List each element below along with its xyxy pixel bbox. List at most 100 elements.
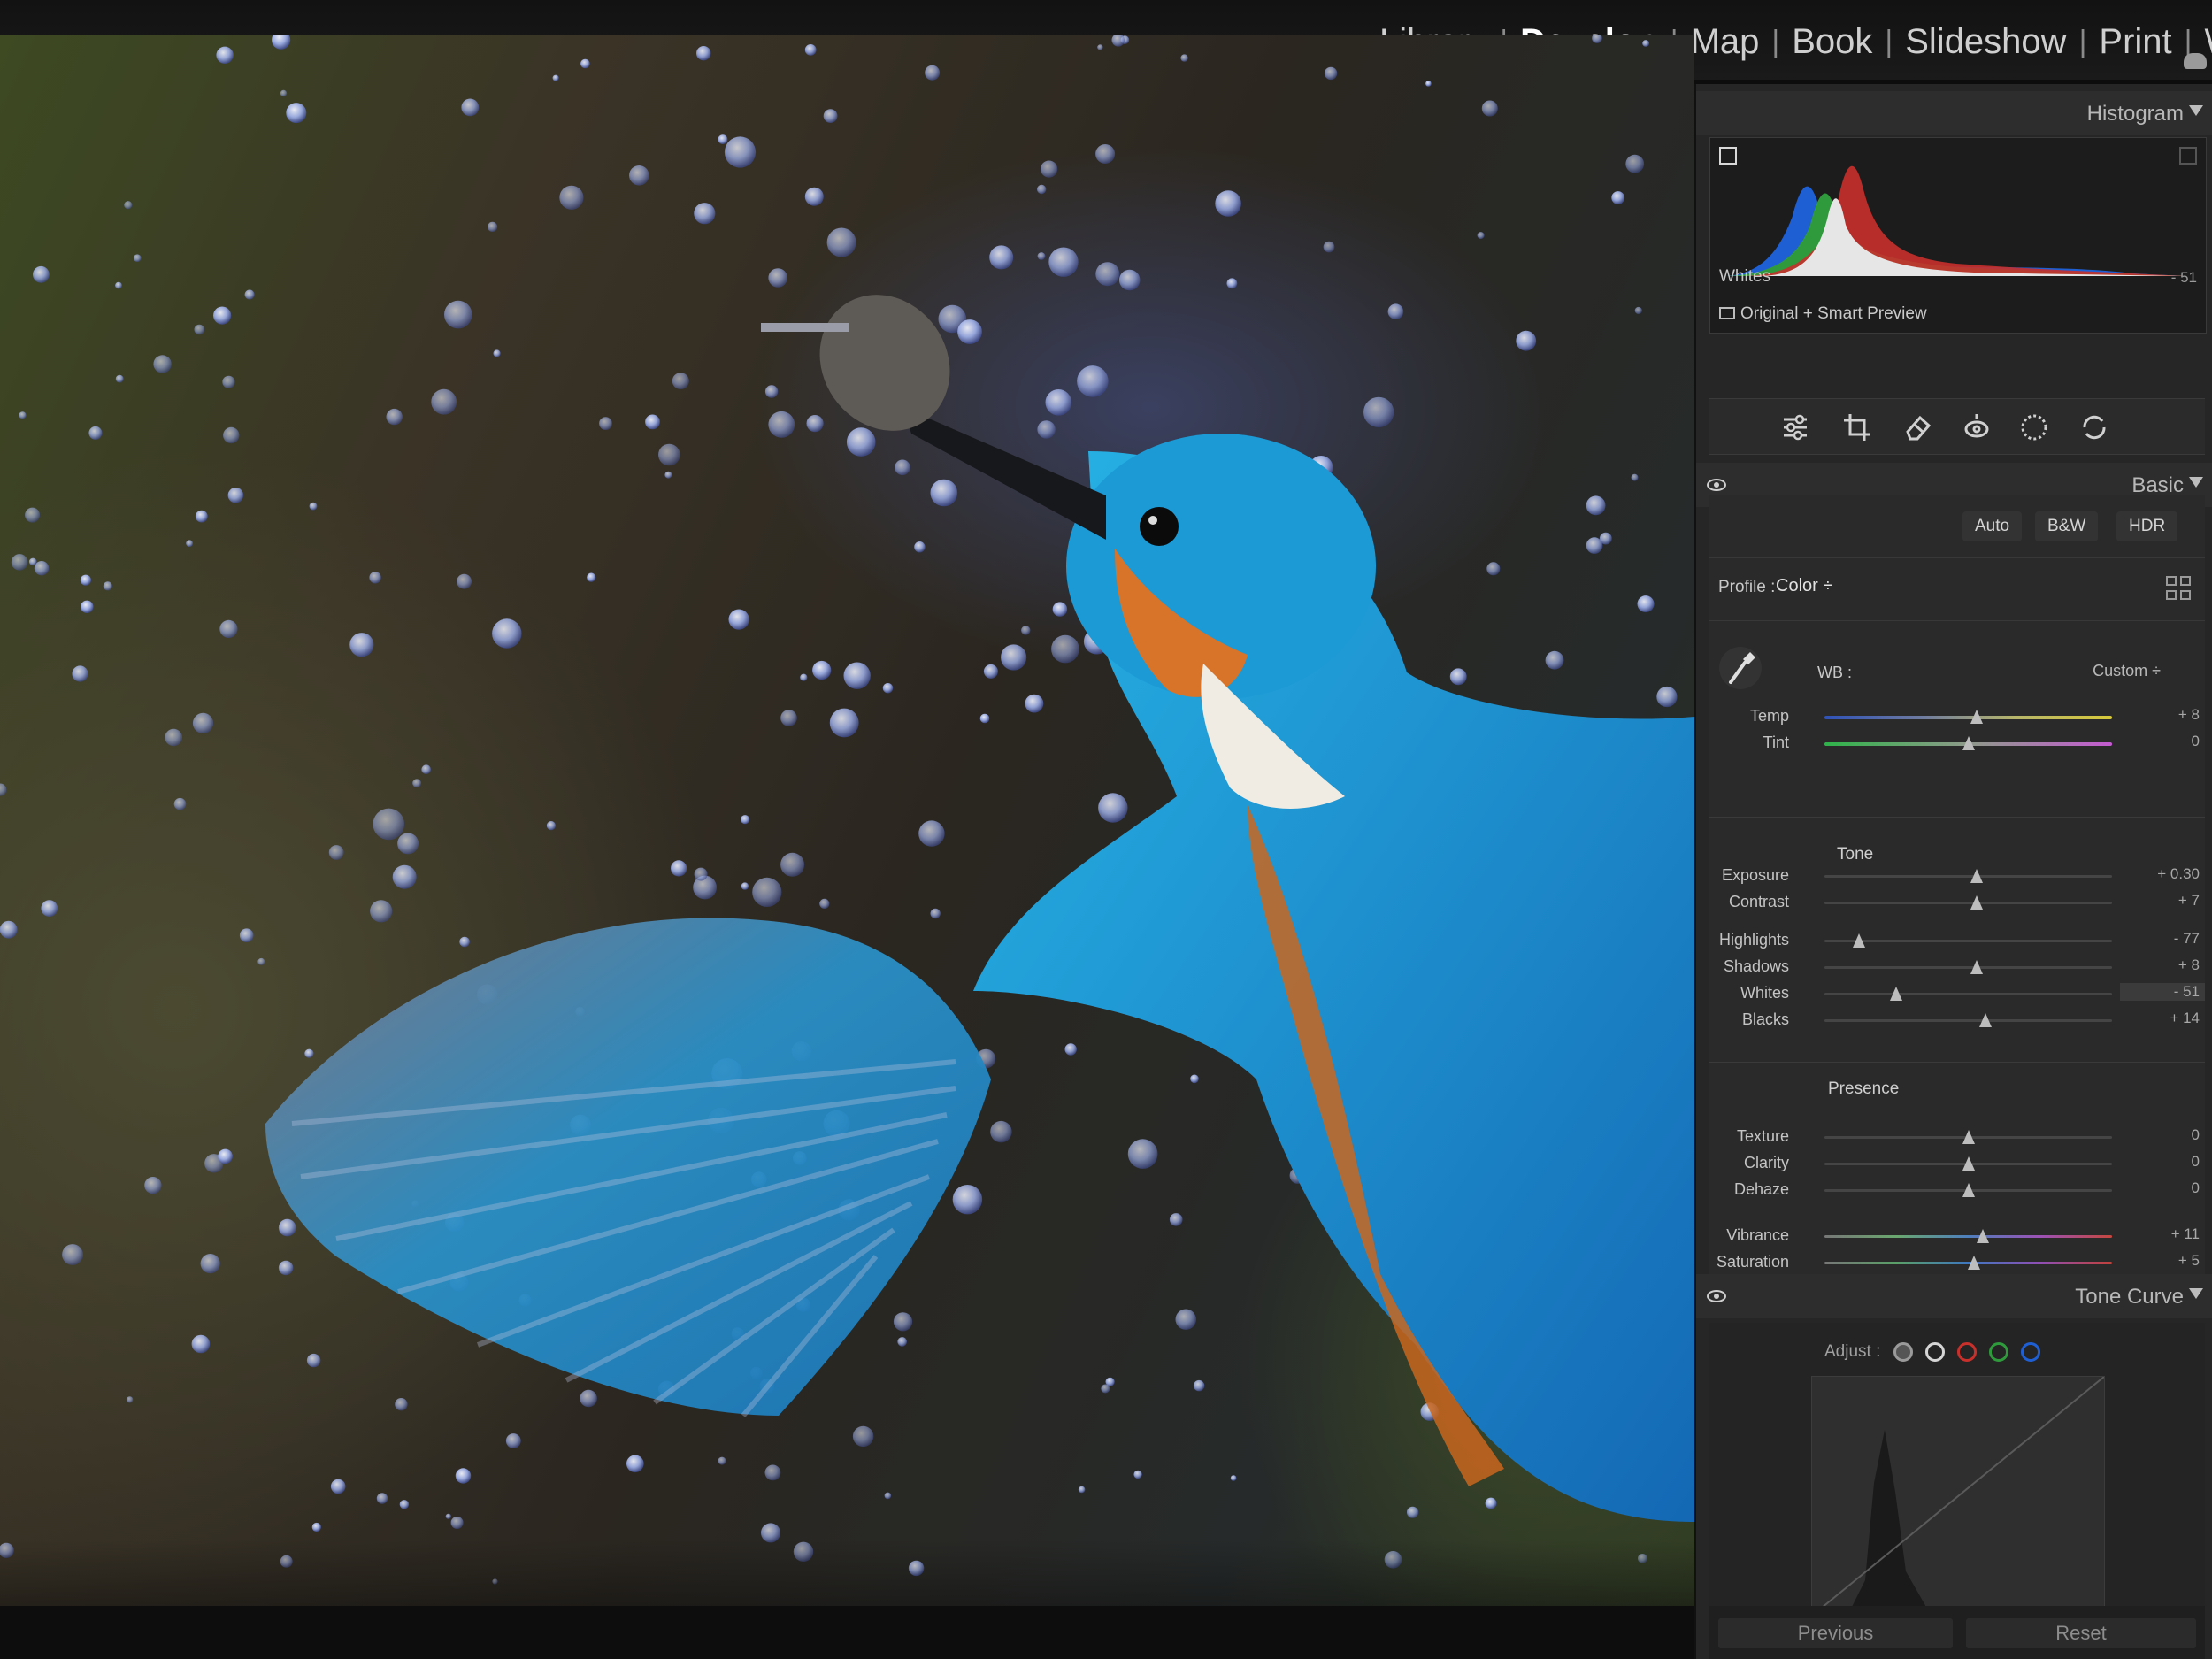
reset-button[interactable]: Reset [1966,1618,2196,1648]
auto-button[interactable]: Auto [1962,511,2023,541]
crop-icon[interactable] [1842,412,1872,442]
dehaze-value[interactable]: 0 [2120,1179,2200,1197]
water-droplet [369,572,381,584]
vibrance-value[interactable]: + 11 [2120,1225,2200,1243]
water-droplet [1324,66,1338,81]
tone-curve-header[interactable]: Tone Curve [1696,1274,2212,1318]
point-curve-red-icon[interactable] [1957,1342,1977,1362]
dehaze-slider-thumb[interactable] [1962,1183,1975,1197]
water-droplet [311,1522,321,1532]
exposure-slider-thumb[interactable] [1970,869,1984,883]
histogram[interactable]: Whites - 51 Original + Smart Preview [1709,137,2207,334]
mask-icon[interactable] [2019,412,2049,442]
saturation-slider-thumb[interactable] [1968,1256,1980,1270]
water-droplet [1045,389,1072,416]
water-droplet [244,289,255,300]
profile-row: Profile : Color ÷ [1709,557,2205,621]
tint-slider[interactable] [1824,736,2112,750]
blacks-value[interactable]: + 14 [2120,1010,2200,1027]
water-droplet [768,268,787,288]
water-droplet [658,443,680,466]
texture-slider[interactable] [1824,1130,2112,1144]
point-curve-blue-icon[interactable] [2021,1342,2040,1362]
profile-browser-grid-icon[interactable] [2166,576,2194,603]
eyedropper-icon[interactable] [1718,641,1763,695]
water-droplet [1625,154,1645,173]
water-droplet [1477,232,1485,240]
temp-slider[interactable] [1824,710,2112,724]
saturation-slider[interactable] [1824,1256,2112,1270]
profile-select[interactable]: Color ÷ [1776,576,1832,596]
water-droplet [979,713,990,724]
previous-button[interactable]: Previous [1718,1618,1953,1648]
panel-visibility-eye-icon[interactable] [1707,1290,1726,1302]
parametric-curve-icon[interactable] [1893,1342,1913,1362]
water-droplet [431,388,457,415]
water-droplet [0,920,18,939]
water-droplet [957,319,982,344]
vibrance-slider-thumb[interactable] [1976,1229,1989,1243]
whites-value[interactable]: - 51 [2120,983,2205,1001]
whites-slider-thumb[interactable] [1890,987,1903,1001]
water-droplet [272,35,291,50]
contrast-slider[interactable] [1824,895,2112,910]
contrast-value[interactable]: + 7 [2120,892,2200,910]
sliders-icon[interactable] [1780,412,1810,442]
dehaze-slider[interactable] [1824,1183,2112,1197]
exposure-slider[interactable] [1824,869,2112,883]
module-print[interactable]: Print [2086,22,2184,62]
water-droplet [444,300,472,329]
shadows-slider-thumb[interactable] [1970,960,1984,974]
highlights-slider[interactable] [1824,933,2112,948]
exposure-value[interactable]: + 0.30 [2120,865,2200,883]
tint-slider-thumb[interactable] [1962,736,1975,750]
water-droplet [1095,144,1116,164]
cloud-icon[interactable] [2184,53,2207,69]
module-book[interactable]: Book [1779,22,1885,62]
bw-button[interactable]: B&W [2035,511,2099,541]
blacks-slider-thumb[interactable] [1979,1013,1992,1027]
highlights-slider-thumb[interactable] [1853,933,1865,948]
vibrance-slider[interactable] [1824,1229,2112,1243]
water-droplet [1037,184,1047,195]
shadows-slider[interactable] [1824,960,2112,974]
clarity-slider[interactable] [1824,1156,2112,1171]
temp-slider-thumb[interactable] [1970,710,1984,724]
point-curve-rgb-icon[interactable] [1925,1342,1945,1362]
redeye-icon[interactable] [1962,412,1992,442]
wb-select[interactable]: Custom ÷ [2093,662,2161,680]
vibrance-label: Vibrance [1726,1226,1789,1244]
histogram-header[interactable]: Histogram [1696,91,2212,135]
point-curve-green-icon[interactable] [1989,1342,2008,1362]
temp-slider-row: Temp + 8 [1709,703,2205,730]
tint-value[interactable]: 0 [2120,733,2200,750]
water-droplet [153,355,172,373]
temp-value[interactable]: + 8 [2120,706,2200,724]
water-droplet [552,74,559,81]
clarity-slider-thumb[interactable] [1962,1156,1975,1171]
shadows-value[interactable]: + 8 [2120,956,2200,974]
water-droplet [124,201,133,210]
texture-slider-thumb[interactable] [1962,1130,1975,1144]
photo-preview[interactable] [0,35,1694,1606]
water-droplet [1363,396,1394,428]
blacks-slider[interactable] [1824,1013,2112,1027]
panel-visibility-eye-icon[interactable] [1707,479,1726,491]
hdr-button[interactable]: HDR [2116,511,2178,541]
eraser-icon[interactable] [1902,412,1932,442]
clarity-value[interactable]: 0 [2120,1153,2200,1171]
smart-preview-status[interactable]: Original + Smart Preview [1719,304,1927,324]
water-droplet [884,1492,892,1500]
saturation-value[interactable]: + 5 [2120,1252,2200,1270]
smart-preview-icon [1719,307,1735,319]
reset-icon[interactable] [2079,412,2109,442]
water-droplet [28,557,37,566]
highlights-value[interactable]: - 77 [2120,930,2200,948]
whites-slider[interactable] [1824,987,2112,1001]
module-slideshow[interactable]: Slideshow [1893,22,2078,62]
texture-value[interactable]: 0 [2120,1126,2200,1144]
collapse-triangle-icon [2189,1288,2203,1299]
water-droplet [1545,650,1564,670]
tone-curve-graph[interactable] [1811,1376,2105,1617]
contrast-slider-thumb[interactable] [1970,895,1984,910]
